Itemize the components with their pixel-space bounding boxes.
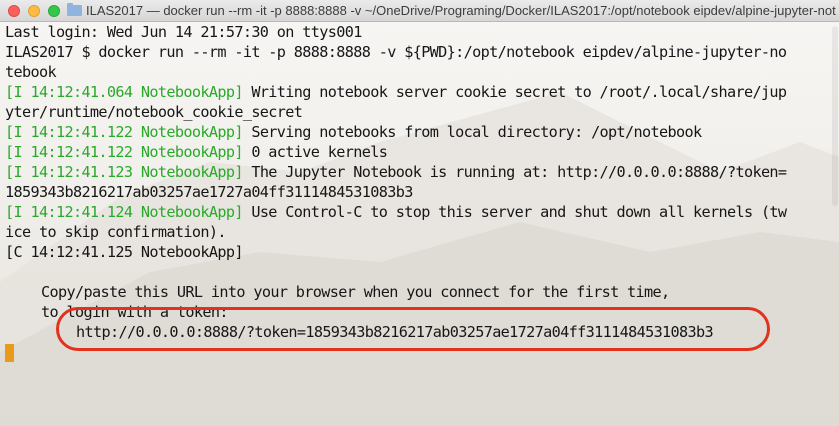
log-line-wrap: yter/runtime/notebook_cookie_secret — [5, 102, 837, 122]
log-line-wrap: ice to skip confirmation). — [5, 222, 837, 242]
terminal-window: ILAS2017 — docker run --rm -it -p 8888:8… — [0, 0, 839, 426]
command-line: ILAS2017 $ docker run --rm -it -p 8888:8… — [5, 43, 787, 61]
log-line: [I 14:12:41.122 NotebookApp] 0 active ke… — [5, 142, 837, 162]
window-title: ILAS2017 — docker run --rm -it -p 8888:8… — [86, 3, 836, 18]
copy-paste-instruction: Copy/paste this URL into your browser wh… — [41, 283, 670, 301]
log-prefix: [I 14:12:41.123 NotebookApp] — [5, 163, 243, 181]
log-prefix: [I 14:12:41.124 NotebookApp] — [5, 203, 243, 221]
folder-icon — [67, 3, 82, 16]
log-line-wrap: 1859343b8216217ab03257ae1727a04ff3111484… — [5, 182, 837, 202]
log-text: 1859343b8216217ab03257ae1727a04ff3111484… — [5, 183, 413, 201]
terminal-cursor — [5, 344, 14, 362]
log-text: Writing notebook server cookie secret to… — [242, 83, 787, 101]
last-login-line: Last login: Wed Jun 14 21:57:30 on ttys0… — [5, 23, 362, 41]
zoom-window-button[interactable] — [48, 5, 60, 17]
title-bar: ILAS2017 — docker run --rm -it -p 8888:8… — [0, 0, 839, 22]
log-prefix: [I 14:12:41.122 NotebookApp] — [5, 143, 243, 161]
log-text: ice to skip confirmation). — [5, 223, 226, 241]
log-text: yter/runtime/notebook_cookie_secret — [5, 103, 303, 121]
log-text: Use Control-C to stop this server and sh… — [242, 203, 787, 221]
terminal-output[interactable]: Last login: Wed Jun 14 21:57:30 on ttys0… — [5, 22, 837, 342]
log-line: [I 14:12:41.124 NotebookApp] Use Control… — [5, 202, 837, 222]
critical-log-line: [C 14:12:41.125 NotebookApp] — [5, 243, 243, 261]
log-text: 0 active kernels — [242, 143, 388, 161]
log-line: [I 14:12:41.064 NotebookApp] Writing not… — [5, 82, 837, 102]
log-line: [I 14:12:41.123 NotebookApp] The Jupyter… — [5, 162, 837, 182]
close-window-button[interactable] — [8, 5, 20, 17]
log-text: The Jupyter Notebook is running at: http… — [242, 163, 787, 181]
minimize-window-button[interactable] — [28, 5, 40, 17]
log-prefix: [I 14:12:41.064 NotebookApp] — [5, 83, 243, 101]
log-prefix: [I 14:12:41.122 NotebookApp] — [5, 123, 243, 141]
log-text: Serving notebooks from local directory: … — [242, 123, 702, 141]
command-line-wrap: tebook — [5, 63, 57, 81]
token-highlight-oval — [56, 307, 770, 351]
log-line: [I 14:12:41.122 NotebookApp] Serving not… — [5, 122, 837, 142]
